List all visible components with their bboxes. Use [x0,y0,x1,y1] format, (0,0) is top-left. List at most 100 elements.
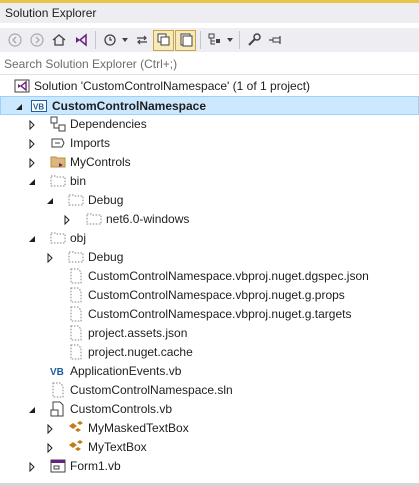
tree-item-textbox[interactable]: MyTextBox [0,438,419,457]
tree-item-label: CustomControlNamespace.vbproj.nuget.g.pr… [88,288,345,302]
tree-item-label: project.assets.json [88,326,188,340]
tree-item-bin[interactable]: bin [0,172,419,191]
properties-button[interactable] [243,30,264,51]
hidden-folder-icon [86,211,102,227]
solution-icon [14,78,30,94]
history-dropdown[interactable] [121,30,129,51]
history-button[interactable] [99,30,120,51]
chevron-right-icon[interactable] [45,252,55,264]
tree-item-customcontrols[interactable]: CustomControls.vb [0,400,419,419]
vb-file-icon: VB [50,363,66,379]
wrench-icon [247,33,261,46]
tree-item-label: Form1.vb [70,459,121,473]
tree-item-label: Solution 'CustomControlNamespace' (1 of … [34,79,311,93]
chevron-expanded-icon[interactable] [45,195,55,205]
tree-item-form1[interactable]: Form1.vb [0,457,419,476]
search-box[interactable]: Search Solution Explorer (Ctrl+;) [0,55,419,75]
chevron-expanded-icon[interactable] [27,404,37,414]
tree-item-cache[interactable]: project.nuget.cache [0,343,419,362]
chevron-expanded-icon[interactable] [27,233,37,243]
show-all-files-icon [180,33,192,47]
tree-item-masked[interactable]: MyMaskedTextBox [0,419,419,438]
back-icon [7,33,22,47]
tree-item-label: CustomControlNamespace.vbproj.nuget.dgsp… [88,269,369,283]
chevron-right-icon[interactable] [27,119,37,131]
tree-item-obj-debug[interactable]: Debug [0,248,419,267]
tree-item-sln[interactable]: CustomControlNamespace.sln [0,381,419,400]
preview-selected-items-button[interactable] [204,30,225,51]
sync-with-active-document-button[interactable] [131,30,152,51]
toolbar-separator [239,31,240,49]
sync-icon [136,35,147,45]
tree-item-imports[interactable]: Imports [0,134,419,153]
chevron-right-icon[interactable] [62,214,72,226]
tree-item-label: CustomControls.vb [70,402,173,416]
tree-item-label: Debug [88,250,124,264]
back-button[interactable] [4,30,25,51]
class-icon [68,439,84,455]
chevron-expanded-icon[interactable] [14,101,24,111]
tool-window-title-bar: Solution Explorer [0,0,419,23]
tree-item-label: net6.0-windows [106,212,190,226]
hidden-file-icon [68,268,84,284]
vs-switch-views-icon [75,33,87,47]
tree-item-label: bin [70,174,87,188]
tree-item-label: CustomControlNamespace.sln [70,383,233,397]
tree-item-mycontrols[interactable]: MyControls [0,153,419,172]
chevron-down-icon [227,38,233,42]
window-title: Solution Explorer [5,6,97,20]
solution-tree: Solution 'CustomControlNamespace' (1 of … [0,77,419,476]
chevron-down-icon [122,38,128,42]
hidden-folder-icon [68,192,84,208]
collapse-all-button[interactable] [153,29,174,51]
preview-selected-icon [208,33,220,45]
solution-explorer-toolbar [0,28,419,52]
hidden-file-icon [68,287,84,303]
hidden-file-icon [68,325,84,341]
tree-item-gtargets[interactable]: CustomControlNamespace.vbproj.nuget.g.ta… [0,305,419,324]
search-input[interactable]: Search Solution Explorer (Ctrl+;) [4,57,177,71]
dependencies-icon [50,116,66,132]
tree-item-dependencies[interactable]: Dependencies [0,115,419,134]
chevron-expanded-icon[interactable] [27,176,37,186]
show-all-files-button[interactable] [175,29,196,51]
hidden-folder-icon [68,249,84,265]
hidden-folder-icon [50,173,66,189]
tree-item-label: MyTextBox [88,440,147,454]
chevron-right-icon[interactable] [27,157,37,169]
tree-item-label: CustomControlNamespace.vbproj.nuget.g.ta… [88,307,352,321]
collapse-all-icon [157,33,169,46]
tree-item-label: MyMaskedTextBox [88,421,189,435]
hidden-file-icon [68,344,84,360]
tree-item-label: ApplicationEvents.vb [70,364,182,378]
folder-icon [50,154,66,170]
home-button[interactable] [48,30,69,51]
chevron-right-icon[interactable] [27,138,37,150]
toolbar-separator [95,31,96,49]
imports-icon [50,135,66,151]
tree-item-obj[interactable]: obj [0,229,419,248]
tree-item-assets[interactable]: project.assets.json [0,324,419,343]
svg-text:VB: VB [50,367,64,378]
switch-views-button[interactable] [70,30,91,51]
form-icon [50,458,66,474]
chevron-right-icon[interactable] [27,461,37,473]
tree-item-dgspec[interactable]: CustomControlNamespace.vbproj.nuget.dgsp… [0,267,419,286]
tree-item-project[interactable]: VB CustomControlNamespace [0,96,419,115]
tree-item-gprops[interactable]: CustomControlNamespace.vbproj.nuget.g.pr… [0,286,419,305]
forward-button[interactable] [26,30,47,51]
chevron-right-icon[interactable] [45,423,55,435]
pin-icon [268,36,281,44]
tree-item-appevents[interactable]: VB ApplicationEvents.vb [0,362,419,381]
chevron-right-icon[interactable] [45,442,55,454]
tree-item-solution[interactable]: Solution 'CustomControlNamespace' (1 of … [0,77,419,96]
pending-changes-button[interactable] [265,30,286,51]
tree-item-label: Imports [70,136,111,150]
vb-code-file-icon [50,401,66,417]
tree-item-net6[interactable]: net6.0-windows [0,210,419,229]
preview-dropdown[interactable] [226,30,234,51]
tree-item-bin-debug[interactable]: Debug [0,191,419,210]
toolbar-separator [200,31,201,49]
hidden-file-icon [68,306,84,322]
tree-item-label: Dependencies [70,117,147,131]
